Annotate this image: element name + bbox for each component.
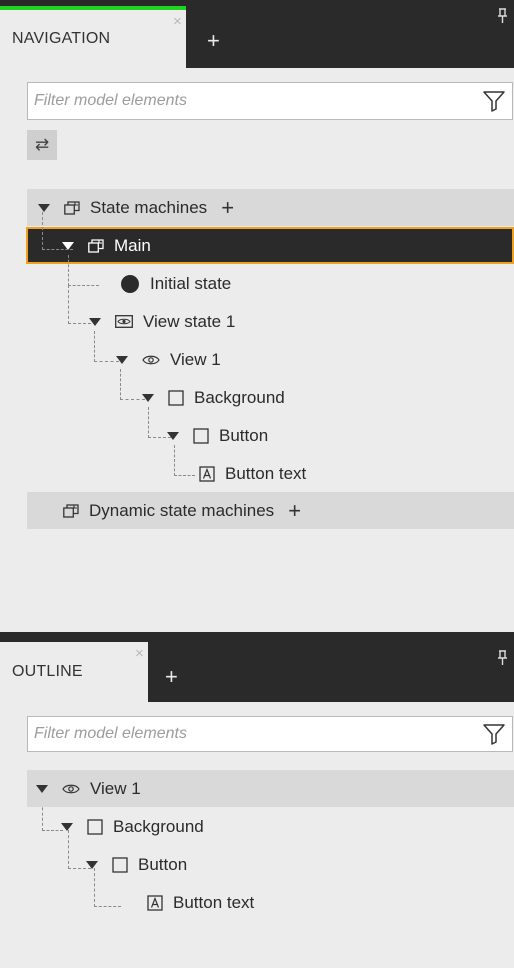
outline-row-background[interactable]: Background xyxy=(27,808,514,845)
add-dynamic-state-machine-button[interactable]: + xyxy=(288,499,301,522)
tree-label-button-text: Button text xyxy=(225,463,307,483)
tab-navigation[interactable]: NAVIGATION × xyxy=(0,6,186,68)
square-icon xyxy=(193,427,209,444)
expand-caret-icon[interactable] xyxy=(61,822,73,831)
add-state-machine-button[interactable]: + xyxy=(221,196,234,219)
tree-row-initial-state[interactable]: Initial state xyxy=(27,265,514,302)
expand-caret-icon[interactable] xyxy=(86,860,98,869)
add-tab-button[interactable]: + xyxy=(207,30,220,52)
navigation-panel: NAVIGATION × + ⇄ State machines + xyxy=(0,0,514,632)
outline-row-button[interactable]: Button xyxy=(27,846,514,883)
tree-row-button-text[interactable]: Button text xyxy=(27,455,514,492)
square-icon xyxy=(168,389,184,406)
funnel-icon[interactable] xyxy=(482,722,506,751)
tab-close-icon[interactable]: × xyxy=(173,14,182,29)
outline-filter-field xyxy=(27,716,513,752)
square-icon xyxy=(112,856,128,873)
filled-circle-icon xyxy=(120,274,140,294)
state-machine-icon xyxy=(88,238,104,253)
tab-outline-label: OUTLINE xyxy=(12,663,83,680)
square-icon xyxy=(87,818,103,835)
tree-label-state-machines: State machines xyxy=(90,197,208,217)
tab-navigation-label: NAVIGATION xyxy=(12,30,111,47)
tree-row-view-1[interactable]: View 1 xyxy=(27,341,514,378)
swap-arrows-button[interactable]: ⇄ xyxy=(27,130,57,160)
pin-icon[interactable] xyxy=(497,8,508,24)
outline-row-button-text[interactable]: Button text xyxy=(27,884,514,921)
navigation-filter-input[interactable] xyxy=(28,83,470,119)
expand-caret-icon[interactable] xyxy=(36,784,48,793)
navigation-filter-field xyxy=(27,82,513,120)
outline-tab-bar: OUTLINE × + xyxy=(0,642,514,702)
tree-label-button: Button xyxy=(219,425,269,445)
outline-label-button: Button xyxy=(138,854,188,874)
outline-label-button-text: Button text xyxy=(173,892,255,912)
tab-outline[interactable]: OUTLINE × xyxy=(0,642,148,702)
swap-arrows-icon: ⇄ xyxy=(34,135,50,154)
text-box-icon xyxy=(199,465,215,482)
tree-label-background: Background xyxy=(194,387,285,407)
pin-icon[interactable] xyxy=(497,650,508,666)
text-box-icon xyxy=(147,894,163,911)
expand-caret-icon[interactable] xyxy=(116,355,128,364)
outline-filter-input[interactable] xyxy=(28,717,470,751)
tree-row-state-machines[interactable]: State machines + xyxy=(27,189,514,226)
tree-row-background[interactable]: Background xyxy=(27,379,514,416)
tree-label-view-1: View 1 xyxy=(170,349,221,369)
tree-label-view-state-1: View state 1 xyxy=(143,311,236,331)
outline-row-view-1[interactable]: View 1 xyxy=(27,770,514,807)
add-tab-button[interactable]: + xyxy=(165,666,178,688)
expand-caret-icon[interactable] xyxy=(38,203,50,212)
expand-caret-icon[interactable] xyxy=(89,317,101,326)
tree-row-dynamic-state-machines[interactable]: Dynamic state machines + xyxy=(27,492,514,529)
tab-close-icon[interactable]: × xyxy=(135,646,144,661)
expand-caret-icon[interactable] xyxy=(142,393,154,402)
state-machine-icon xyxy=(63,503,79,518)
outline-panel: OUTLINE × + View 1 xyxy=(0,642,514,968)
view-state-icon xyxy=(115,315,133,328)
tree-label-dynamic-state-machines: Dynamic state machines xyxy=(89,500,275,520)
tree-guide-line xyxy=(42,212,73,250)
eye-icon xyxy=(62,783,80,795)
outline-label-view-1: View 1 xyxy=(90,778,141,798)
funnel-icon[interactable] xyxy=(482,89,506,118)
tree-label-main: Main xyxy=(114,235,151,255)
eye-icon xyxy=(142,354,160,366)
expand-caret-icon[interactable] xyxy=(167,431,179,440)
tree-row-view-state-1[interactable]: View state 1 xyxy=(27,303,514,340)
tree-row-button[interactable]: Button xyxy=(27,417,514,454)
tree-label-initial-state: Initial state xyxy=(150,273,232,293)
navigation-tab-bar: NAVIGATION × + xyxy=(0,0,514,68)
tree-row-main[interactable]: Main xyxy=(26,227,514,264)
outline-label-background: Background xyxy=(113,816,204,836)
